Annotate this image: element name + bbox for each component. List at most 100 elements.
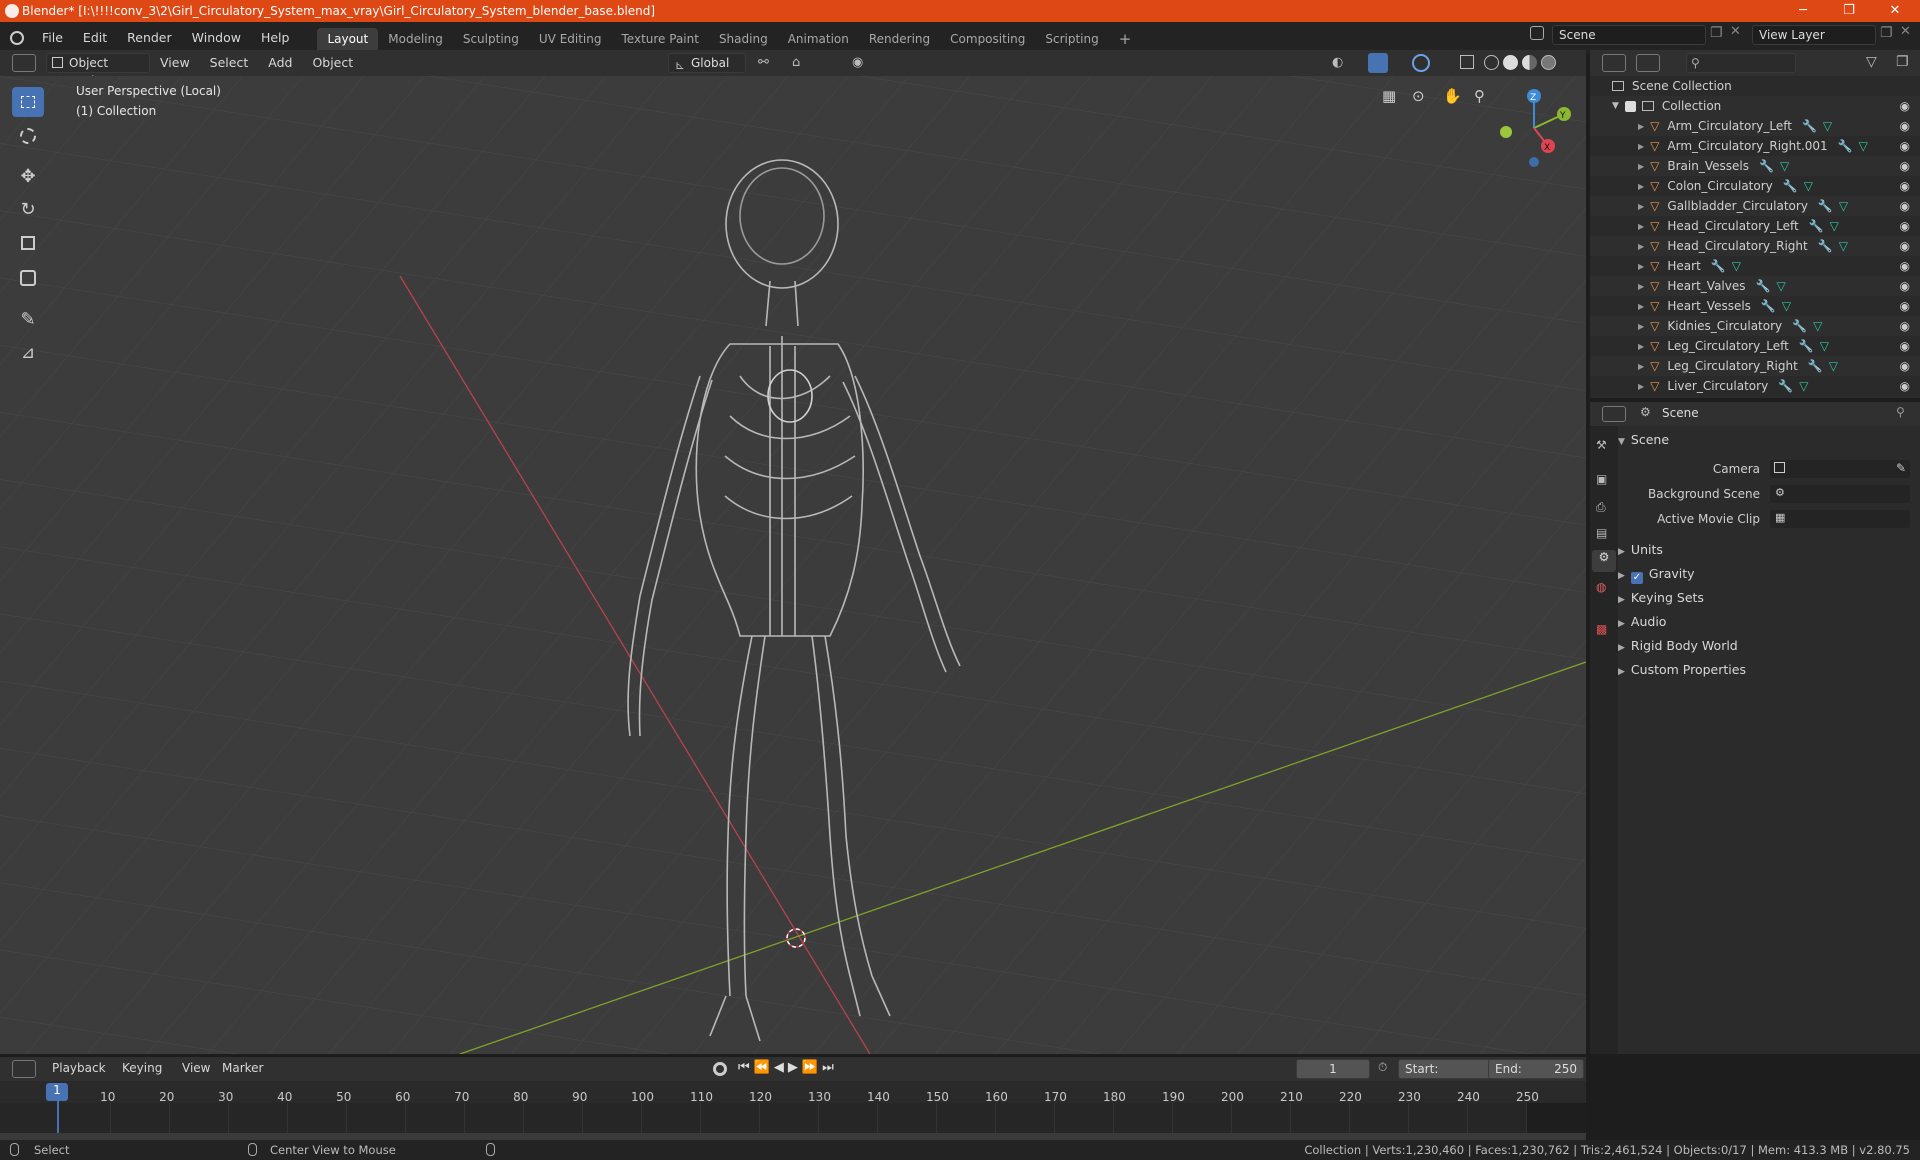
expand-arrow-icon[interactable]: ▶ bbox=[1638, 302, 1644, 311]
pin-icon[interactable]: ⚲ bbox=[1896, 405, 1905, 419]
restore-button[interactable]: ❐ bbox=[1826, 0, 1872, 22]
modifier-wrench-icon[interactable]: 🔧 bbox=[1802, 119, 1817, 133]
mesh-data-icon[interactable]: ▽ bbox=[1859, 139, 1868, 153]
expand-arrow-icon[interactable]: ▶ bbox=[1638, 342, 1644, 351]
outliner-object-row[interactable]: ▶ ▽ Brain_Vessels 🔧 ▽ ◉ bbox=[1590, 156, 1920, 176]
minimize-button[interactable]: ─ bbox=[1780, 0, 1826, 22]
pivot-point-icon[interactable]: ⚯ bbox=[758, 55, 769, 70]
filter-icon[interactable]: ▽ bbox=[1866, 54, 1877, 70]
visibility-eye-icon[interactable]: ◉ bbox=[1900, 99, 1910, 113]
delete-scene-icon[interactable]: ✕ bbox=[1730, 24, 1741, 39]
modifier-wrench-icon[interactable]: 🔧 bbox=[1761, 299, 1776, 313]
tab-shading[interactable]: Shading bbox=[709, 28, 778, 50]
visibility-eye-icon[interactable]: ◉ bbox=[1900, 319, 1910, 333]
visibility-eye-icon[interactable]: ◉ bbox=[1900, 179, 1910, 193]
timeline-scrollbar[interactable] bbox=[0, 1133, 1586, 1140]
new-scene-icon[interactable]: ❐ bbox=[1710, 25, 1723, 41]
active-movie-clip-field[interactable]: ▦ bbox=[1770, 510, 1910, 528]
eyedropper-icon[interactable]: ✎ bbox=[1896, 461, 1906, 475]
proportional-edit-icon[interactable]: ◉ bbox=[852, 55, 863, 70]
expand-arrow-icon[interactable]: ▶ bbox=[1638, 242, 1644, 251]
material-shading-icon[interactable] bbox=[1522, 55, 1537, 70]
outliner-object-row[interactable]: ▶ ▽ Leg_Circulatory_Right 🔧 ▽ ◉ bbox=[1590, 356, 1920, 376]
menu-keying[interactable]: Keying bbox=[122, 1061, 162, 1075]
modifier-wrench-icon[interactable]: 🔧 bbox=[1809, 219, 1824, 233]
gravity-checkbox[interactable]: ✓ bbox=[1630, 572, 1643, 584]
visibility-eye-icon[interactable]: ◉ bbox=[1900, 339, 1910, 353]
subpanel-rigid-body-world[interactable]: ▶ Rigid Body World bbox=[1618, 638, 1738, 653]
modifier-wrench-icon[interactable]: 🔧 bbox=[1778, 379, 1793, 393]
tab-modeling[interactable]: Modeling bbox=[378, 28, 453, 50]
tool-select-box[interactable] bbox=[12, 87, 44, 117]
timeline-editor-type-icon[interactable] bbox=[12, 1060, 36, 1078]
visibility-eye-icon[interactable]: ◉ bbox=[1900, 259, 1910, 273]
editor-type-icon[interactable] bbox=[12, 54, 36, 72]
modifier-wrench-icon[interactable]: 🔧 bbox=[1759, 159, 1774, 173]
tool-move[interactable]: ✥ bbox=[12, 161, 44, 191]
visibility-eye-icon[interactable]: ◉ bbox=[1900, 219, 1910, 233]
modifier-wrench-icon[interactable]: 🔧 bbox=[1756, 279, 1771, 293]
mesh-data-icon[interactable]: ▽ bbox=[1813, 319, 1822, 333]
mesh-data-icon[interactable]: ▽ bbox=[1839, 199, 1848, 213]
xray-toggle-icon[interactable] bbox=[1460, 55, 1474, 69]
modifier-wrench-icon[interactable]: 🔧 bbox=[1808, 359, 1823, 373]
menu-marker[interactable]: Marker bbox=[222, 1061, 263, 1075]
solid-shading-icon[interactable] bbox=[1503, 55, 1518, 70]
preview-range-icon[interactable]: ⏱ bbox=[1378, 1060, 1387, 1075]
visibility-eye-icon[interactable]: ◉ bbox=[1900, 299, 1910, 313]
mesh-data-icon[interactable]: ▽ bbox=[1823, 119, 1832, 133]
expand-arrow-icon[interactable]: ▶ bbox=[1638, 122, 1644, 131]
new-view-layer-icon[interactable]: ❐ bbox=[1880, 25, 1893, 41]
navigation-gizmo[interactable]: Z Y X bbox=[1490, 84, 1580, 174]
pan-hand-icon[interactable]: ✋ bbox=[1443, 87, 1462, 105]
expand-arrow-icon[interactable]: ▶ bbox=[1638, 162, 1644, 171]
expand-arrow-icon[interactable]: ▶ bbox=[1638, 382, 1644, 391]
menu-object[interactable]: Object bbox=[302, 50, 363, 76]
modifier-wrench-icon[interactable]: 🔧 bbox=[1783, 179, 1798, 193]
mesh-data-icon[interactable]: ▽ bbox=[1799, 379, 1808, 393]
playback-controls[interactable]: ⏮⏪◀▶⏩⏭ bbox=[738, 1060, 838, 1075]
outliner-object-row[interactable]: ▶ ▽ Arm_Circulatory_Right.001 🔧 ▽ ◉ bbox=[1590, 136, 1920, 156]
subpanel-audio[interactable]: ▶ Audio bbox=[1618, 614, 1666, 629]
menu-view[interactable]: View bbox=[150, 50, 200, 76]
mesh-data-icon[interactable]: ▽ bbox=[1839, 239, 1848, 253]
visibility-eye-icon[interactable]: ◉ bbox=[1900, 139, 1910, 153]
texture-tab-icon[interactable]: ▩ bbox=[1596, 622, 1607, 636]
modifier-wrench-icon[interactable]: 🔧 bbox=[1799, 339, 1814, 353]
tool-scale[interactable] bbox=[12, 228, 44, 258]
properties-editor-type-icon[interactable] bbox=[1602, 406, 1626, 422]
mesh-data-icon[interactable]: ▽ bbox=[1829, 359, 1838, 373]
view-layer-tab-icon[interactable]: ▤ bbox=[1596, 526, 1607, 540]
modifier-wrench-icon[interactable]: 🔧 bbox=[1792, 319, 1807, 333]
delete-view-layer-icon[interactable]: ✕ bbox=[1900, 24, 1911, 39]
tab-layout[interactable]: Layout bbox=[317, 28, 379, 50]
toggle-grid-icon[interactable]: ▦ bbox=[1382, 87, 1396, 105]
gizmo-toggle-icon[interactable] bbox=[1368, 53, 1388, 73]
tool-tab-icon[interactable]: ⚒ bbox=[1596, 438, 1607, 452]
tab-texture-paint[interactable]: Texture Paint bbox=[612, 28, 709, 50]
display-mode-icon[interactable] bbox=[1636, 54, 1660, 72]
outliner-object-row[interactable]: ▶ ▽ Heart 🔧 ▽ ◉ bbox=[1590, 256, 1920, 276]
outliner-scene-collection[interactable]: Scene Collection bbox=[1590, 76, 1920, 96]
menu-select[interactable]: Select bbox=[200, 50, 259, 76]
outliner-collection[interactable]: ▼ Collection ◉ bbox=[1590, 96, 1920, 116]
outliner-object-row[interactable]: ▶ ▽ Colon_Circulatory 🔧 ▽ ◉ bbox=[1590, 176, 1920, 196]
visibility-eye-icon[interactable]: ◉ bbox=[1900, 279, 1910, 293]
3d-viewport[interactable]: ✥ ↻ ✎ ⊿ User Perspective (Local) (1) Col… bbox=[0, 76, 1586, 1054]
mesh-data-icon[interactable]: ▽ bbox=[1776, 279, 1785, 293]
subpanel-units[interactable]: ▶ Units bbox=[1618, 542, 1663, 557]
visibility-eye-icon[interactable]: ◉ bbox=[1900, 159, 1910, 173]
modifier-wrench-icon[interactable]: 🔧 bbox=[1818, 239, 1833, 253]
gizmo-neg-y-handle[interactable] bbox=[1500, 126, 1512, 138]
expand-arrow-icon[interactable]: ▶ bbox=[1638, 262, 1644, 271]
expand-arrow-icon[interactable]: ▶ bbox=[1638, 282, 1644, 291]
tab-rendering[interactable]: Rendering bbox=[859, 28, 940, 50]
close-button[interactable]: ✕ bbox=[1872, 0, 1918, 22]
camera-field[interactable]: ✎ bbox=[1770, 460, 1910, 478]
rendered-shading-icon[interactable] bbox=[1541, 55, 1556, 70]
record-button[interactable] bbox=[713, 1062, 727, 1076]
scene-panel-header[interactable]: ▼ Scene bbox=[1618, 432, 1669, 447]
gizmo-neg-z-handle[interactable] bbox=[1529, 157, 1539, 167]
outliner-object-row[interactable]: ▶ ▽ Kidnies_Circulatory 🔧 ▽ ◉ bbox=[1590, 316, 1920, 336]
blender-menu-icon[interactable] bbox=[10, 31, 24, 45]
